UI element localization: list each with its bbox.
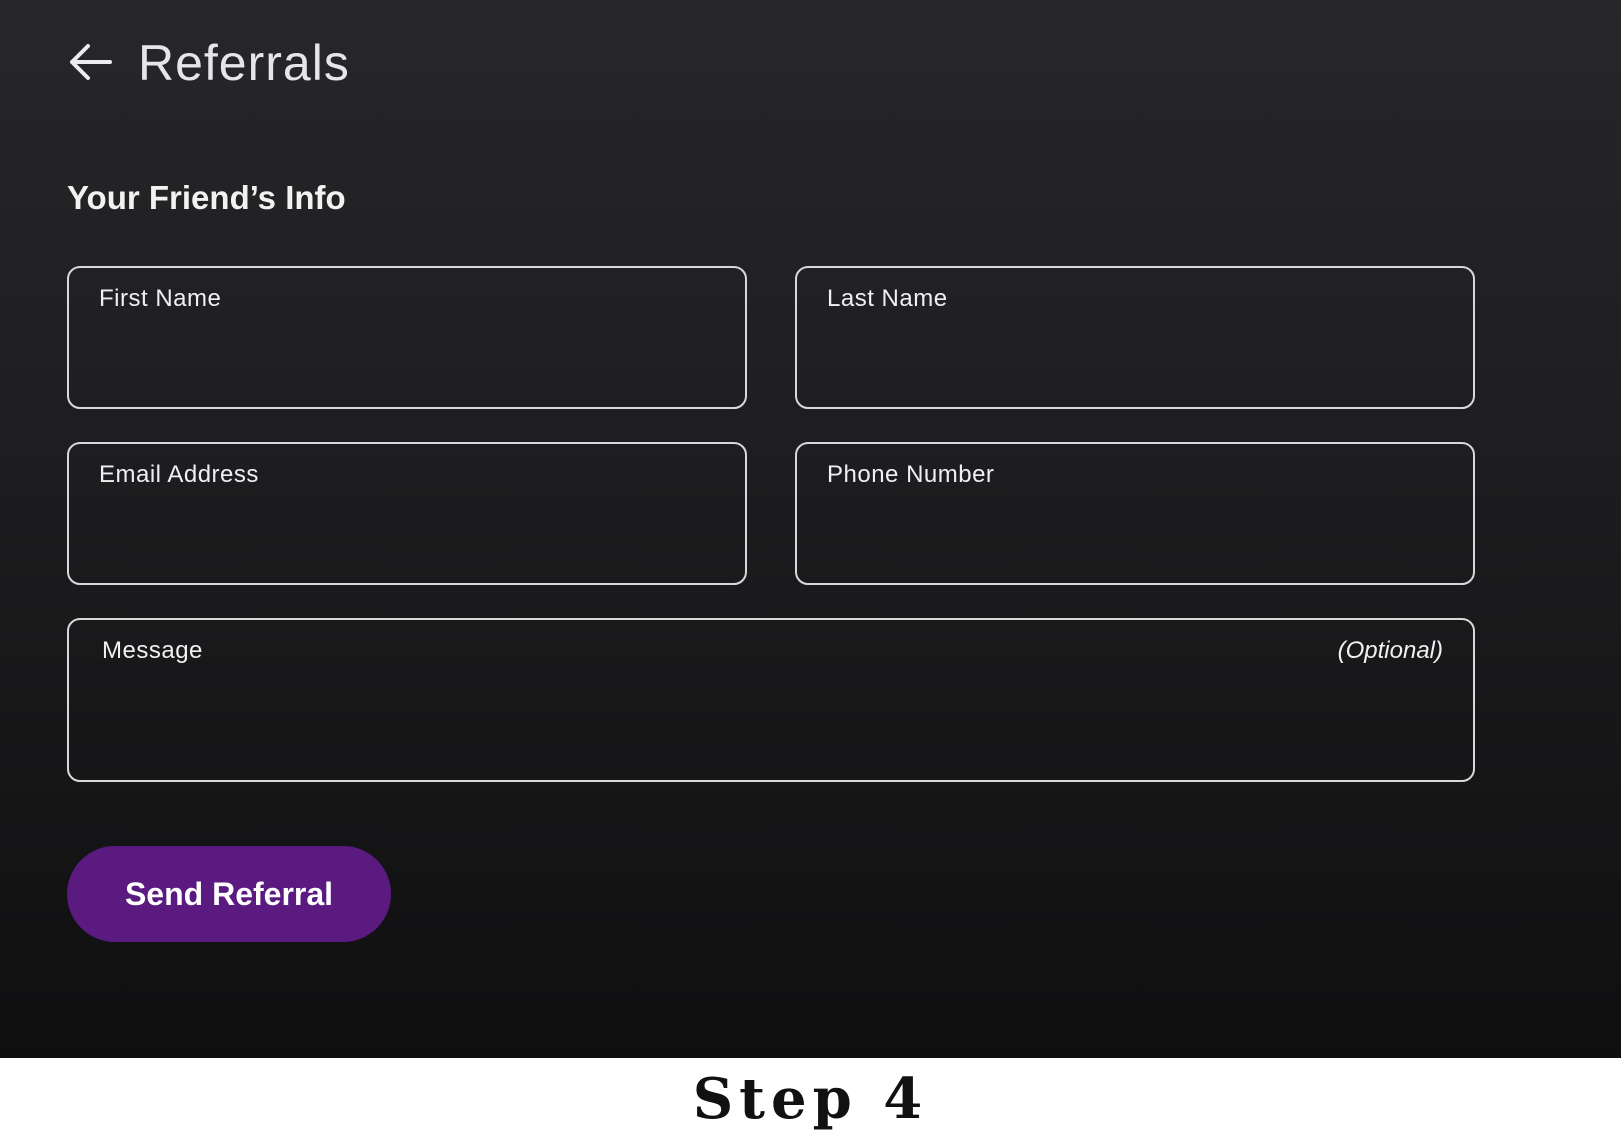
section-title: Your Friend’s Info [67, 179, 346, 216]
page-title: Referrals [138, 35, 350, 91]
last-name-input[interactable] [827, 326, 1443, 382]
email-field[interactable]: Email Address [67, 442, 747, 585]
last-name-field[interactable]: Last Name [795, 266, 1475, 409]
arrow-left-icon [70, 44, 112, 80]
phone-label: Phone Number [827, 461, 995, 488]
first-name-label: First Name [99, 285, 222, 312]
phone-field[interactable]: Phone Number [795, 442, 1475, 585]
step-caption: Step 4 [692, 1065, 929, 1132]
last-name-label: Last Name [827, 285, 948, 312]
message-input[interactable] [99, 678, 1443, 758]
referrals-screen: Referrals Your Friend’s Info First Name … [0, 0, 1621, 1058]
email-input[interactable] [99, 502, 715, 558]
optional-note: (Optional) [1337, 637, 1443, 664]
send-referral-button[interactable]: Send Referral [67, 846, 391, 942]
phone-input[interactable] [827, 502, 1443, 558]
first-name-input[interactable] [99, 326, 715, 382]
message-label: Message [102, 637, 203, 664]
message-field[interactable]: Message (Optional) [67, 618, 1475, 782]
email-label: Email Address [99, 461, 259, 488]
first-name-field[interactable]: First Name [67, 266, 747, 409]
back-button[interactable] [66, 42, 116, 82]
